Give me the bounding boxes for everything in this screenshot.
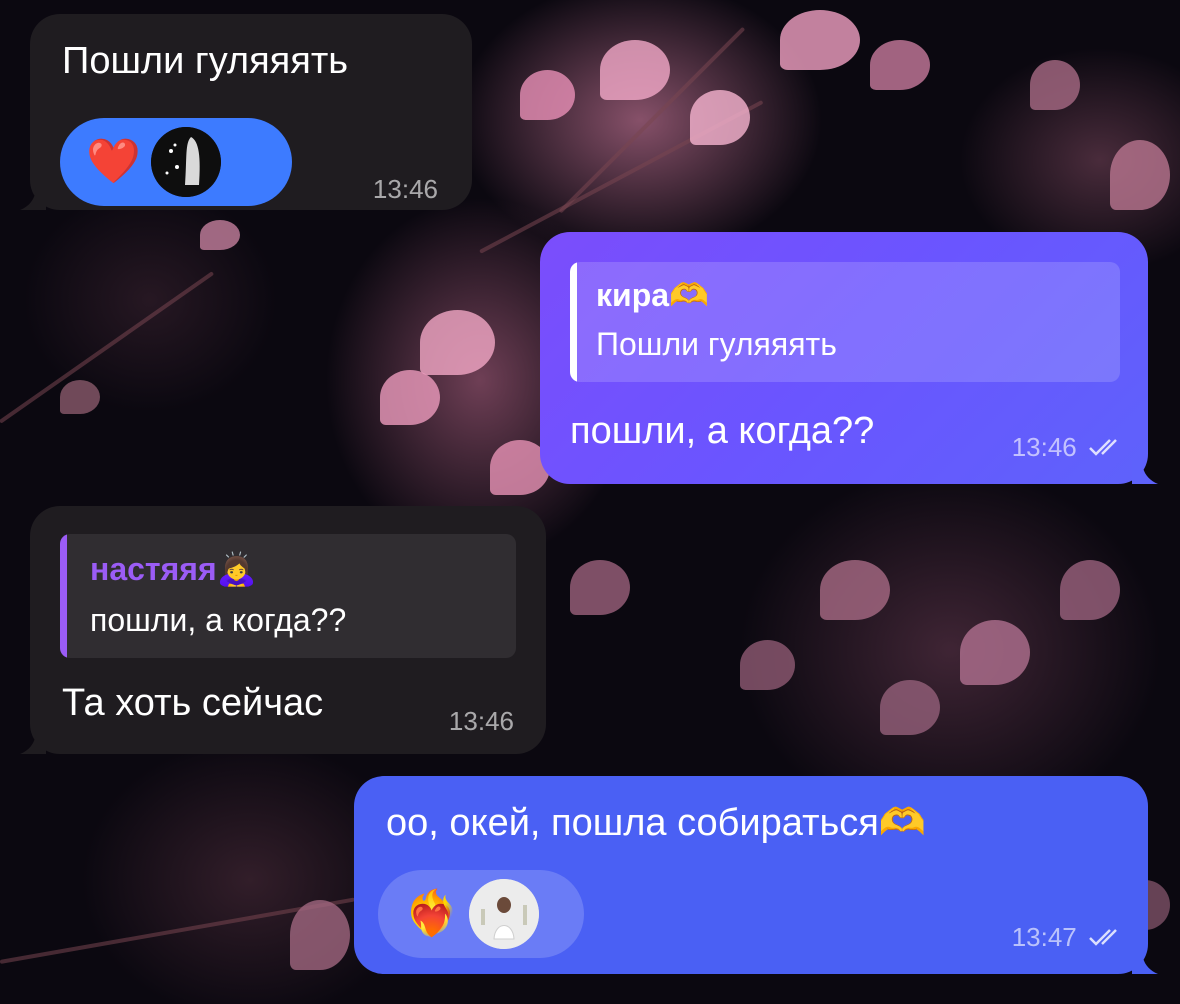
reply-accent-bar (60, 534, 67, 658)
reply-author: кира🫶 (596, 277, 709, 313)
wallpaper-blossom (960, 620, 1030, 685)
message-text: Та хоть сейчас (62, 682, 324, 724)
message-text: Пошли гуляяять (62, 40, 349, 82)
heart-icon: ❤️ (86, 137, 141, 186)
wallpaper-blossom (200, 220, 240, 250)
message-outgoing[interactable]: кира🫶 Пошли гуляяять пошли, а когда?? 13… (540, 232, 1148, 484)
double-check-icon (1088, 434, 1126, 465)
reply-author: настяяя🙇‍♀️ (90, 551, 257, 587)
wallpaper-blossom (740, 640, 795, 690)
wallpaper-blossom (380, 370, 440, 425)
wallpaper-blossom (520, 70, 575, 120)
message-incoming[interactable]: Пошли гуляяять ❤️ 13:46 (30, 14, 472, 210)
message-incoming[interactable]: настяяя🙇‍♀️ пошли, а когда?? Та хоть сей… (30, 506, 546, 754)
wallpaper-blossom (820, 560, 890, 620)
wallpaper-blossom (690, 90, 750, 145)
message-time-row: 13:47 (1012, 922, 1126, 955)
wallpaper-branch (0, 271, 215, 424)
message-time: 13:46 (372, 174, 438, 204)
wallpaper-blossom (780, 10, 860, 70)
message-time: 13:46 (448, 706, 514, 736)
wallpaper-blossom (290, 900, 350, 970)
message-time: 13:46 (1011, 432, 1077, 462)
message-outgoing[interactable]: оо, окей, пошла собираться🫶 ❤️‍🔥 13:47 (354, 776, 1148, 974)
double-check-icon (1088, 924, 1126, 955)
reply-quote[interactable]: кира🫶 Пошли гуляяять (570, 262, 1120, 382)
wallpaper-blossom (570, 560, 630, 615)
wallpaper-blossom (600, 40, 670, 100)
reactor-avatar (150, 127, 221, 197)
reactor-avatar (468, 879, 539, 949)
message-time-row: 13:46 (1012, 432, 1126, 465)
message-text: пошли, а когда?? (570, 410, 875, 452)
message-time: 13:47 (1011, 922, 1077, 952)
reply-quote[interactable]: настяяя🙇‍♀️ пошли, а когда?? (60, 534, 516, 658)
wallpaper-blossom (420, 310, 495, 375)
wallpaper-blossom (1060, 560, 1120, 620)
reply-accent-bar (570, 262, 577, 382)
message-text: оо, окей, пошла собираться🫶 (386, 802, 927, 844)
reply-text: Пошли гуляяять (596, 326, 837, 362)
wallpaper-blossom (870, 40, 930, 90)
heart-on-fire-icon: ❤️‍🔥 (404, 889, 459, 938)
reaction-chip[interactable]: ❤️ (60, 118, 292, 206)
reaction-chip[interactable]: ❤️‍🔥 (378, 870, 584, 958)
wallpaper-blossom (60, 380, 100, 414)
reply-text: пошли, а когда?? (90, 602, 347, 638)
wallpaper-blossom (880, 680, 940, 735)
wallpaper-blossom (1110, 140, 1170, 210)
wallpaper-blossom (1030, 60, 1080, 110)
